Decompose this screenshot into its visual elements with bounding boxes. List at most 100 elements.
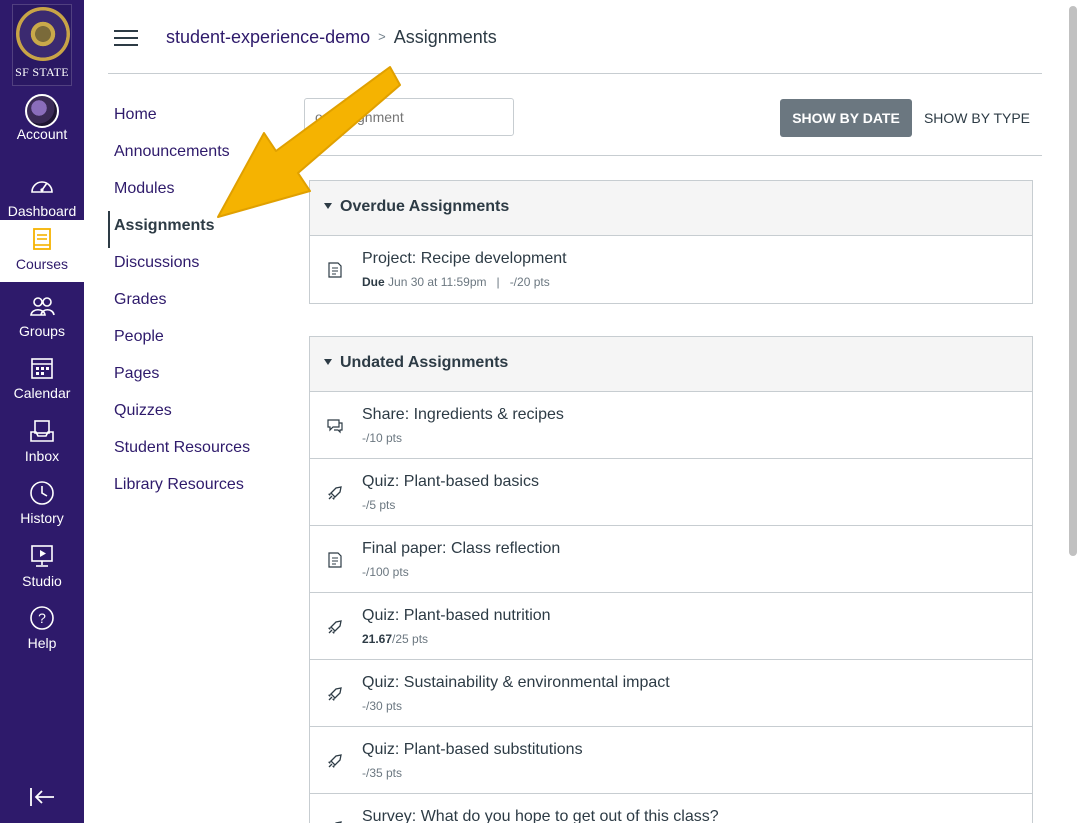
breadcrumb-course-link[interactable]: student-experience-demo [166,27,370,47]
hamburger-menu-icon[interactable] [114,30,138,48]
nav-calendar-label: Calendar [13,385,71,401]
assignment-group-overdue: Overdue Assignments Project: Recipe deve… [309,180,1033,304]
assignment-meta: Due Jun 30 at 11:59pm | -/20 pts [362,275,550,289]
assignment-title[interactable]: Quiz: Sustainability & environmental imp… [362,674,670,692]
university-seal-icon [16,7,70,61]
global-nav: SF STATE Account Dashboard Courses Group… [0,0,84,823]
inbox-icon [30,420,54,442]
assignment-row[interactable]: Quiz: Sustainability & environmental imp… [310,660,1032,727]
points: -/10 pts [362,431,403,445]
nav-history-label: History [20,510,64,526]
avatar [25,94,59,128]
nav-courses[interactable]: Courses [0,220,84,282]
points: -/20 pts [509,275,550,289]
assignment-icon [328,552,342,568]
caret-down-icon [324,203,332,209]
assignment-title[interactable]: Quiz: Plant-based substitutions [362,741,583,759]
breadcrumb-current: Assignments [393,27,497,47]
points: -/100 pts [362,565,409,579]
nav-inbox[interactable]: Inbox [0,412,84,474]
help-icon: ? [30,606,54,630]
dashboard-icon [31,181,53,193]
nav-studio[interactable]: Studio [0,537,84,599]
assignment-meta: -/5 pts [362,498,395,512]
assignment-title[interactable]: Final paper: Class reflection [362,540,560,558]
group-title: Overdue Assignments [340,198,510,215]
collapse-nav-icon[interactable] [28,785,56,809]
group-title: Undated Assignments [340,354,509,371]
nav-groups-label: Groups [19,323,65,339]
score: 21.67 [362,632,393,646]
quiz-icon [328,754,342,768]
groups-icon [30,297,55,316]
discussion-icon [327,419,343,434]
points: -/5 pts [362,498,396,512]
assignment-title[interactable]: Survey: What do you hope to get out of t… [362,808,719,823]
course-nav-discussions[interactable]: Discussions [108,248,288,285]
assignment-title[interactable]: Quiz: Plant-based basics [362,473,539,491]
course-nav-grades[interactable]: Grades [108,285,288,322]
header-divider [108,73,1042,74]
calendar-icon [31,358,53,379]
assignment-row[interactable]: Share: Ingredients & recipes -/10 pts [310,392,1032,459]
logo-text: SF STATE [15,65,69,79]
assignment-meta: 21.67/25 pts [362,632,428,646]
assignment-row[interactable]: Quiz: Plant-based basics -/5 pts [310,459,1032,526]
course-nav-library-resources[interactable]: Library Resources [108,470,288,507]
assignment-meta: -/30 pts [362,699,402,713]
assignment-row[interactable]: Final paper: Class reflection -/100 pts [310,526,1032,593]
assignment-icon [328,262,342,278]
assignment-group-undated: Undated Assignments Share: Ingredients &… [309,336,1033,823]
assignment-row[interactable]: Project: Recipe development Due Jun 30 a… [310,236,1032,303]
assignment-title[interactable]: Share: Ingredients & recipes [362,406,564,424]
history-icon [30,481,54,505]
nav-account-label: Account [16,126,68,142]
nav-history[interactable]: History [0,474,84,536]
nav-courses-label: Courses [15,256,69,272]
course-nav-people[interactable]: People [108,322,288,359]
course-nav-announcements[interactable]: Announcements [108,137,288,174]
assignment-row[interactable]: Survey: What do you hope to get out of t… [310,794,1032,823]
quiz-icon [328,486,342,500]
show-by-date-button[interactable]: SHOW BY DATE [780,99,912,137]
nav-calendar[interactable]: Calendar [0,349,84,411]
breadcrumb: student-experience-demo > Assignments [166,27,497,48]
course-nav-modules[interactable]: Modules [108,174,288,211]
breadcrumb-separator: > [378,29,386,44]
quiz-icon [328,687,342,701]
assignment-meta: -/10 pts [362,431,402,445]
due-date: Jun 30 at 11:59pm [388,275,487,289]
sf-state-logo[interactable]: SF STATE [12,4,72,86]
assignment-title[interactable]: Quiz: Plant-based nutrition [362,607,551,625]
nav-account[interactable]: Account [0,90,84,152]
course-nav-assignments[interactable]: Assignments [108,211,288,248]
course-nav-student-resources[interactable]: Student Resources [108,433,288,470]
nav-dashboard-label: Dashboard [7,203,77,219]
nav-groups[interactable]: Groups [0,287,84,349]
group-header[interactable]: Undated Assignments [310,337,1032,392]
toolbar-divider [304,155,1042,156]
assignment-title[interactable]: Project: Recipe development [362,250,567,268]
course-nav: Home Announcements Modules Assignments D… [108,100,288,507]
assignment-row[interactable]: Quiz: Plant-based substitutions -/35 pts [310,727,1032,794]
scrollbar[interactable] [1069,6,1077,556]
group-header[interactable]: Overdue Assignments [310,181,1032,236]
course-nav-quizzes[interactable]: Quizzes [108,396,288,433]
search-assignments-input[interactable] [304,98,514,136]
quiz-icon [335,821,342,823]
course-nav-home[interactable]: Home [108,100,288,137]
caret-down-icon [324,359,332,365]
nav-help[interactable]: ? Help [0,599,84,661]
assignment-meta: -/35 pts [362,766,402,780]
nav-help-label: Help [27,635,57,651]
quiz-icon [328,620,342,634]
show-by-type-button[interactable]: SHOW BY TYPE [914,99,1040,137]
assignment-row[interactable]: Quiz: Plant-based nutrition 21.67/25 pts [310,593,1032,660]
studio-icon [31,545,53,567]
points: -/35 pts [362,766,403,780]
svg-text:?: ? [38,610,46,626]
nav-studio-label: Studio [22,573,62,589]
course-nav-pages[interactable]: Pages [108,359,288,396]
courses-icon [33,228,51,250]
points: /25 pts [392,632,429,646]
